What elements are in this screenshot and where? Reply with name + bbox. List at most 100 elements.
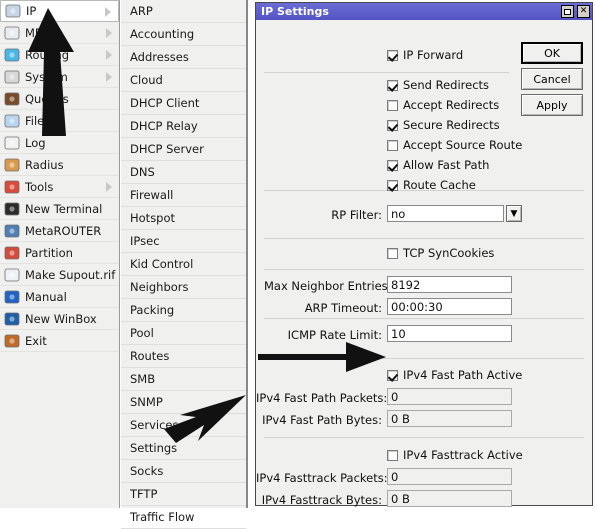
submenu-item-label: Traffic Flow (130, 510, 195, 524)
checkbox-send-redirects[interactable] (387, 79, 398, 91)
ok-button[interactable]: OK (521, 42, 583, 64)
sidebar-item-exit[interactable]: Exit (0, 330, 119, 352)
checkbox-allow-fast-path[interactable] (387, 159, 398, 171)
ip-submenu-column[interactable]: ARP Accounting Addresses Cloud DHCP Client DH… (121, 0, 248, 529)
checkbox-secure-redirects[interactable] (387, 119, 398, 131)
rp-filter-label: RP Filter: (331, 208, 382, 222)
dialog-titlebar[interactable]: IP Settings ✕ (256, 3, 592, 20)
chevron-down-icon[interactable]: ▼ (506, 205, 522, 222)
maximize-icon[interactable] (561, 5, 574, 18)
submenu-item-services[interactable]: Services (121, 414, 246, 437)
submenu-item-neighbors[interactable]: Neighbors (121, 276, 246, 299)
submenu-item-arp[interactable]: ARP (121, 0, 246, 23)
submenu-item-dhcp-client[interactable]: DHCP Client (121, 92, 246, 115)
submenu-item-tftp[interactable]: TFTP (121, 483, 246, 506)
checkbox-label: Route Cache (403, 178, 476, 192)
checkbox-row-tcp-syncookies[interactable]: TCP SynCookies (387, 246, 494, 260)
submenu-item-pool[interactable]: Pool (121, 322, 246, 345)
sidebar-item-tools[interactable]: Tools (0, 176, 119, 198)
checkbox-row-allow-fast-path[interactable]: Allow Fast Path (387, 158, 489, 172)
checkbox-ipv4-fasttrack-active[interactable] (387, 449, 398, 461)
checkbox-route-cache[interactable] (387, 179, 398, 191)
submenu-item-addresses[interactable]: Addresses (121, 46, 246, 69)
sidebar-item-new-terminal[interactable]: New Terminal (0, 198, 119, 220)
sidebar-item-log[interactable]: Log (0, 132, 119, 154)
apply-button[interactable]: Apply (521, 94, 583, 116)
divider-7 (264, 437, 584, 438)
divider-1 (264, 72, 509, 73)
checkbox-tcp-syncookies[interactable] (387, 247, 398, 259)
chevron-right-icon (106, 28, 112, 38)
checkbox-row-accept-source-route[interactable]: Accept Source Route (387, 138, 522, 152)
sidebar-item-mpls[interactable]: MPLS (0, 22, 119, 44)
close-icon[interactable]: ✕ (577, 5, 590, 18)
cancel-button[interactable]: Cancel (521, 68, 583, 90)
divider-3 (264, 238, 584, 239)
submenu-item-cloud[interactable]: Cloud (121, 69, 246, 92)
icmp-rate-limit-label: ICMP Rate Limit: (287, 328, 382, 342)
sidebar-item-routing[interactable]: Routing (0, 44, 119, 66)
submenu-item-label: Accounting (130, 27, 195, 41)
submenu-item-hotspot[interactable]: Hotspot (121, 207, 246, 230)
checkbox-accept-redirects[interactable] (387, 99, 398, 111)
submenu-item-routes[interactable]: Routes (121, 345, 246, 368)
checkbox-accept-source-route[interactable] (387, 139, 398, 151)
desktop-background-strip (248, 0, 255, 508)
checkbox-row-ip-forward[interactable]: IP Forward (387, 48, 463, 62)
submenu-item-label: Hotspot (130, 211, 176, 225)
submenu-item-label: Firewall (130, 188, 174, 202)
checkbox-ipv4-fast-path-active[interactable] (387, 369, 398, 381)
icmp-rate-limit-input[interactable]: 10 (387, 325, 512, 342)
submenu-item-snmp[interactable]: SNMP (121, 391, 246, 414)
checkbox-ip-forward[interactable] (387, 49, 398, 61)
sidebar-item-metarouter[interactable]: MetaROUTER (0, 220, 119, 242)
submenu-item-label: Kid Control (130, 257, 194, 271)
sidebar-item-label: Radius (25, 157, 64, 172)
sidebar-item-label: MPLS (25, 25, 56, 40)
submenu-item-smb[interactable]: SMB (121, 368, 246, 391)
checkbox-row-secure-redirects[interactable]: Secure Redirects (387, 118, 500, 132)
submenu-item-traffic-flow[interactable]: Traffic Flow (121, 506, 246, 529)
sidebar-item-queues[interactable]: Queues (0, 88, 119, 110)
dialog-title: IP Settings (261, 5, 329, 18)
submenu-item-label: Socks (130, 464, 164, 478)
sidebar-item-system[interactable]: System (0, 66, 119, 88)
sidebar-item-make-supout-rif[interactable]: Make Supout.rif (0, 264, 119, 286)
checkbox-row-send-redirects[interactable]: Send Redirects (387, 78, 489, 92)
winbox-icon (4, 311, 20, 327)
submenu-item-dns[interactable]: DNS (121, 161, 246, 184)
max-neighbor-entries-input[interactable]: 8192 (387, 276, 512, 293)
checkbox-row-ipv4-fast-path-active[interactable]: IPv4 Fast Path Active (387, 368, 522, 382)
checkbox-row-route-cache[interactable]: Route Cache (387, 178, 476, 192)
sidebar-item-new-winbox[interactable]: New WinBox (0, 308, 119, 330)
checkbox-label: IPv4 Fast Path Active (403, 368, 523, 382)
arp-timeout-input[interactable]: 00:00:30 (387, 298, 512, 315)
ipv4-fast-path-packets-value: 0 (387, 388, 512, 405)
checkbox-row-accept-redirects[interactable]: Accept Redirects (387, 98, 499, 112)
sidebar-item-files[interactable]: Files (0, 110, 119, 132)
submenu-item-socks[interactable]: Socks (121, 460, 246, 483)
submenu-item-dhcp-relay[interactable]: DHCP Relay (121, 115, 246, 138)
ipv4-fasttrack-packets-value: 0 (387, 468, 512, 485)
checkbox-label: Accept Source Route (403, 138, 523, 152)
chevron-right-icon (106, 72, 112, 82)
submenu-item-accounting[interactable]: Accounting (121, 23, 246, 46)
max-neighbor-entries-label: Max Neighbor Entries: (264, 279, 392, 293)
rp-filter-input[interactable]: no (387, 205, 504, 222)
submenu-item-dhcp-server[interactable]: DHCP Server (121, 138, 246, 161)
sidebar-item-label: Routing (25, 47, 70, 62)
sidebar-item-ip[interactable]: IP (0, 0, 119, 22)
sidebar-item-partition[interactable]: Partition (0, 242, 119, 264)
submenu-item-kid-control[interactable]: Kid Control (121, 253, 246, 276)
checkbox-label: IPv4 Fasttrack Active (403, 448, 523, 462)
submenu-item-ipsec[interactable]: IPsec (121, 230, 246, 253)
submenu-item-firewall[interactable]: Firewall (121, 184, 246, 207)
submenu-item-packing[interactable]: Packing (121, 299, 246, 322)
sidebar-item-radius[interactable]: Radius (0, 154, 119, 176)
tools-wrench-icon (4, 179, 20, 195)
checkbox-row-ipv4-fasttrack-active[interactable]: IPv4 Fasttrack Active (387, 448, 523, 462)
submenu-item-settings[interactable]: Settings (121, 437, 246, 460)
sidebar-item-manual[interactable]: Manual (0, 286, 119, 308)
chevron-right-icon (106, 182, 112, 192)
checkbox-label: Secure Redirects (403, 118, 500, 132)
